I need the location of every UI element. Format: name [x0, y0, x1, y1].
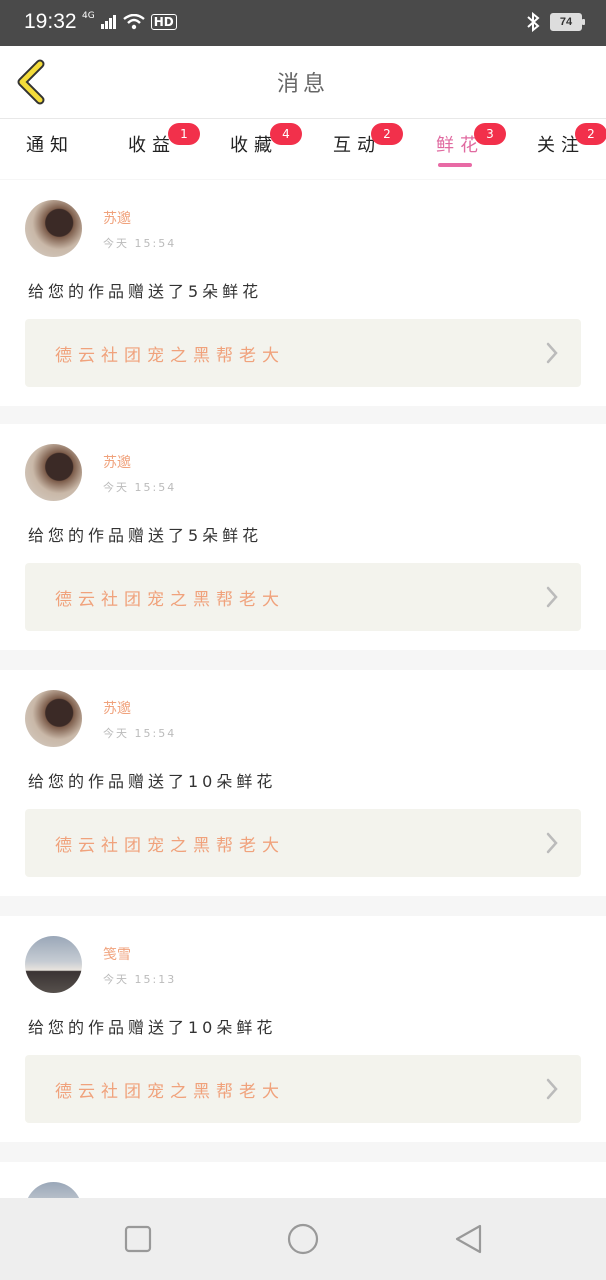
work-title: 德云社团宠之黑帮老大: [55, 1082, 285, 1102]
work-link[interactable]: 德云社团宠之黑帮老大: [25, 809, 581, 877]
message-time: 今天 15:13: [103, 973, 177, 986]
message-text: 给您的作品赠送了5朵鲜花: [28, 282, 263, 301]
work-link[interactable]: 德云社团宠之黑帮老大: [25, 319, 581, 387]
tab-label: 通知: [26, 135, 74, 156]
page-title: 消息: [276, 72, 329, 97]
back-nav-icon[interactable]: [452, 1222, 486, 1256]
sender-name[interactable]: 苏邈: [103, 452, 131, 472]
work-title: 德云社团宠之黑帮老大: [55, 836, 285, 856]
chevron-right-icon: [546, 1078, 558, 1100]
tab-flowers[interactable]: 鲜花 3: [436, 123, 506, 171]
tab-interactions[interactable]: 互动 2: [333, 123, 403, 171]
status-right: 74: [526, 12, 585, 32]
flower-message-card-partial: [0, 1162, 606, 1202]
status-left-icons: 4G HD: [82, 11, 177, 30]
sender-name[interactable]: 笺雪: [103, 944, 131, 964]
work-link[interactable]: 德云社团宠之黑帮老大: [25, 563, 581, 631]
tab-follows[interactable]: 关注 2: [537, 123, 606, 171]
signal-icon: [100, 15, 116, 29]
message-time: 今天 15:54: [103, 237, 177, 250]
tab-notifications[interactable]: 通知: [26, 131, 74, 171]
avatar[interactable]: [25, 936, 82, 993]
home-icon[interactable]: [286, 1222, 320, 1256]
sender-name[interactable]: 苏邈: [103, 208, 131, 228]
hd-icon: HD: [150, 14, 177, 30]
header: 消息: [0, 46, 606, 119]
avatar[interactable]: [25, 444, 82, 501]
tab-badge: 3: [474, 123, 506, 145]
flower-message-card: 苏邈 今天 15:54 给您的作品赠送了10朵鲜花 德云社团宠之黑帮老大: [0, 670, 606, 896]
tab-earnings[interactable]: 收益 1: [128, 123, 200, 171]
work-title: 德云社团宠之黑帮老大: [55, 590, 285, 610]
recent-apps-icon[interactable]: [121, 1222, 155, 1256]
message-text: 给您的作品赠送了10朵鲜花: [28, 772, 277, 791]
status-time: 19:32: [24, 10, 77, 33]
active-tab-indicator: [438, 163, 472, 167]
tab-badge: 1: [168, 123, 200, 145]
message-time: 今天 15:54: [103, 481, 177, 494]
message-text: 给您的作品赠送了10朵鲜花: [28, 1018, 277, 1037]
tab-favorites[interactable]: 收藏 4: [230, 123, 302, 171]
message-text: 给您的作品赠送了5朵鲜花: [28, 526, 263, 545]
network-type: 4G: [82, 11, 95, 21]
wifi-icon: [122, 14, 145, 30]
tab-badge: 4: [270, 123, 302, 145]
tab-bar: 通知 收益 1 收藏 4 互动 2 鲜花 3 关注 2: [0, 119, 606, 179]
battery-icon: 74: [550, 13, 585, 31]
work-link[interactable]: 德云社团宠之黑帮老大: [25, 1055, 581, 1123]
tab-badge: 2: [371, 123, 403, 145]
work-title: 德云社团宠之黑帮老大: [55, 346, 285, 366]
flower-message-card: 苏邈 今天 15:54 给您的作品赠送了5朵鲜花 德云社团宠之黑帮老大: [0, 424, 606, 650]
flower-message-card: 笺雪 今天 15:13 给您的作品赠送了10朵鲜花 德云社团宠之黑帮老大: [0, 916, 606, 1142]
status-bar: 19:32 4G HD 74: [0, 0, 606, 46]
system-nav-bar: [0, 1198, 606, 1280]
chevron-right-icon: [546, 586, 558, 608]
message-time: 今天 15:54: [103, 727, 177, 740]
flower-message-card: 苏邈 今天 15:54 给您的作品赠送了5朵鲜花 德云社团宠之黑帮老大: [0, 180, 606, 406]
bluetooth-icon: [527, 12, 540, 32]
avatar[interactable]: [25, 690, 82, 747]
chevron-right-icon: [546, 832, 558, 854]
avatar[interactable]: [25, 200, 82, 257]
sender-name[interactable]: 苏邈: [103, 698, 131, 718]
chevron-right-icon: [546, 342, 558, 364]
tab-badge: 2: [575, 123, 606, 145]
